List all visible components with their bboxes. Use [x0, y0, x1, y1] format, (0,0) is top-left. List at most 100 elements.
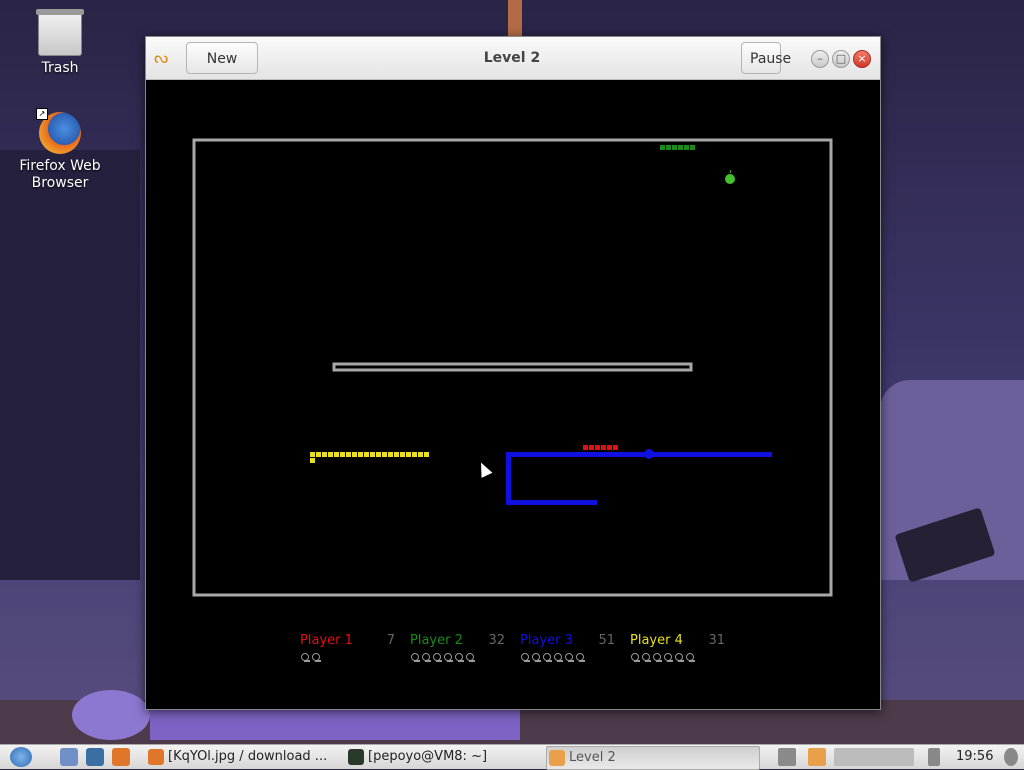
- life-icon: [410, 653, 420, 662]
- snake-segment-player-2: [678, 145, 683, 150]
- snakes-layer: [310, 145, 772, 505]
- snake-segment-player-4: [370, 452, 375, 457]
- life-icon: [685, 653, 695, 662]
- life-icon: [454, 653, 464, 662]
- file-manager-launcher-icon[interactable]: [60, 748, 78, 766]
- score-player-1: Player 1 7: [300, 632, 400, 672]
- player-lives: [630, 652, 696, 665]
- snake-segment-player-4: [412, 452, 417, 457]
- snake-segment-player-4: [328, 452, 333, 457]
- bg-cord-shape: [508, 0, 522, 36]
- trash-icon: [36, 9, 84, 56]
- player-score: 7: [386, 633, 395, 648]
- life-icon: [564, 653, 574, 662]
- task-image-download[interactable]: [KqYOl.jpg / download ...: [146, 746, 363, 768]
- task-label: [KqYOl.jpg / download ...: [168, 749, 328, 764]
- window-list-icon[interactable]: [778, 748, 796, 766]
- snake-segment-player-4: [346, 452, 351, 457]
- life-icon: [432, 653, 442, 662]
- life-icon: [674, 653, 684, 662]
- player-score: 31: [708, 633, 725, 648]
- snake-segment-player-4: [364, 452, 369, 457]
- snake-segment-player-1: [595, 445, 600, 450]
- desktop-icon-firefox[interactable]: Firefox Web Browser: [10, 112, 110, 192]
- maximize-button[interactable]: □: [832, 50, 850, 68]
- player-score: 51: [598, 633, 615, 648]
- snake-segment-player-1: [613, 445, 618, 450]
- player-name: Player 2: [410, 633, 463, 648]
- snake-segment-player-4: [316, 452, 321, 457]
- snake-game-icon: [549, 750, 565, 766]
- life-icon: [421, 653, 431, 662]
- life-icon: [443, 653, 453, 662]
- terminal-icon: [348, 749, 364, 765]
- life-icon: [641, 653, 651, 662]
- bg-window-shape: [0, 150, 140, 580]
- snake-segment-player-2: [660, 145, 665, 150]
- snake-segment-player-4: [394, 452, 399, 457]
- clock: 19:56: [956, 749, 994, 764]
- snake-segment-player-1: [589, 445, 594, 450]
- life-icon: [575, 653, 585, 662]
- game-area[interactable]: Player 1 7 Player 2 32 Player 3 51 Playe…: [146, 80, 880, 709]
- bluetooth-icon[interactable]: [928, 748, 940, 766]
- snake-segment-player-4: [352, 452, 357, 457]
- task-terminal[interactable]: [pepoyo@VM8: ~]: [346, 746, 548, 768]
- score-player-4: Player 4 31: [630, 632, 730, 672]
- desktop-icon-label: Trash: [41, 60, 79, 76]
- life-icon: [542, 653, 552, 662]
- snake-segment-player-4: [382, 452, 387, 457]
- arena-wall: [192, 138, 833, 597]
- symlink-badge-icon: ↗: [36, 108, 48, 120]
- life-icon: [311, 653, 321, 662]
- life-icon: [300, 653, 310, 662]
- snake-segment-player-4: [400, 452, 405, 457]
- title-bar[interactable]: ᔓ New Game Level 2 Pause – □ ×: [146, 37, 880, 99]
- power-icon[interactable]: [1004, 748, 1018, 766]
- player-lives: [300, 652, 322, 665]
- pause-button[interactable]: Pause: [741, 42, 791, 74]
- snake-segment-player-4: [340, 452, 345, 457]
- snake-segment-player-3: [506, 452, 772, 457]
- apple-stem: [729, 169, 732, 174]
- snake-segment-player-1: [601, 445, 606, 450]
- window-title: Level 2: [483, 50, 541, 66]
- snake-segment-player-4: [424, 452, 429, 457]
- player-name: Player 4: [630, 633, 683, 648]
- snake-segment-player-4: [322, 452, 327, 457]
- snake-segment-player-2: [666, 145, 671, 150]
- snake-segment-player-4: [310, 458, 315, 463]
- workspace-switcher[interactable]: [834, 748, 914, 766]
- snake-segment-player-3: [506, 500, 597, 505]
- minimize-button[interactable]: –: [811, 50, 829, 68]
- snake-segment-player-3: [506, 452, 511, 505]
- desktop-launcher-icon[interactable]: [86, 748, 104, 766]
- snake-segment-player-4: [376, 452, 381, 457]
- snake-segment-player-2: [690, 145, 695, 150]
- life-icon: [465, 653, 475, 662]
- firefox-launcher-icon[interactable]: [112, 748, 130, 766]
- player-name: Player 1: [300, 633, 353, 648]
- new-game-button[interactable]: New Game: [186, 42, 258, 99]
- desktop-icon-label: Firefox Web Browser: [19, 158, 101, 191]
- snake-segment-player-1: [607, 445, 612, 450]
- desktop-icon-trash[interactable]: Trash: [10, 9, 110, 77]
- player-lives: [520, 652, 586, 665]
- apple-icon: [725, 174, 735, 184]
- tray-snake-icon[interactable]: [808, 748, 826, 766]
- life-icon: [630, 653, 640, 662]
- life-icon: [652, 653, 662, 662]
- snake-segment-player-4: [406, 452, 411, 457]
- task-level-2[interactable]: Level 2: [546, 746, 760, 770]
- firefox-icon: [148, 749, 164, 765]
- snake-segment-player-4: [418, 452, 423, 457]
- snake-segment-player-4: [310, 452, 315, 457]
- close-button[interactable]: ×: [853, 50, 871, 68]
- snake-segment-player-1: [583, 445, 588, 450]
- menu-start-icon[interactable]: [10, 747, 32, 767]
- life-icon: [520, 653, 530, 662]
- life-icon: [531, 653, 541, 662]
- snake-segment-player-2: [672, 145, 677, 150]
- snake-segment-player-2: [684, 145, 689, 150]
- player-name: Player 3: [520, 633, 573, 648]
